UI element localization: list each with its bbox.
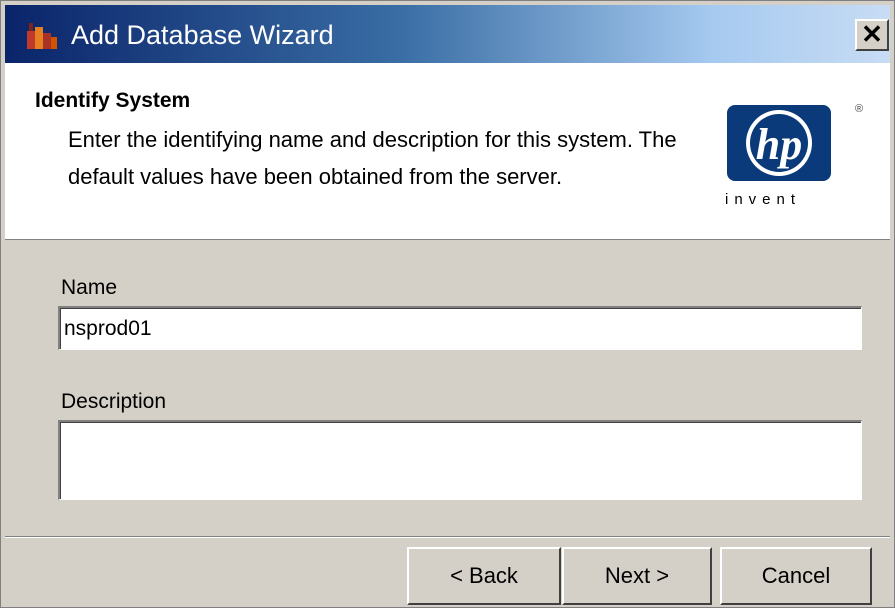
name-label: Name: [61, 276, 118, 299]
registered-mark: ®: [855, 103, 864, 115]
cancel-button[interactable]: Cancel: [720, 547, 872, 605]
hp-logo-mark: hp: [756, 120, 802, 169]
title-bar[interactable]: Add Database Wizard ✕: [5, 5, 890, 63]
button-separator: [5, 536, 890, 538]
description-label: Description: [61, 390, 167, 413]
name-field[interactable]: [58, 306, 862, 350]
step-description: Enter the identifying name and descripti…: [68, 127, 677, 189]
back-button[interactable]: < Back: [407, 547, 561, 605]
database-icon: [25, 21, 59, 51]
form-area: Name Description: [5, 240, 890, 534]
close-button[interactable]: ✕: [855, 19, 889, 51]
window-title: Add Database Wizard: [71, 20, 334, 50]
step-title: Identify System: [35, 89, 191, 112]
hp-tagline: invent: [725, 191, 802, 208]
next-button[interactable]: Next >: [562, 547, 712, 605]
add-database-wizard-window: Add Database Wizard ✕ Identify System En…: [0, 0, 895, 608]
hp-logo: hp: [725, 103, 833, 203]
wizard-header: Identify System Enter the identifying na…: [5, 63, 890, 240]
description-field[interactable]: [58, 420, 862, 500]
close-icon: ✕: [861, 19, 883, 49]
